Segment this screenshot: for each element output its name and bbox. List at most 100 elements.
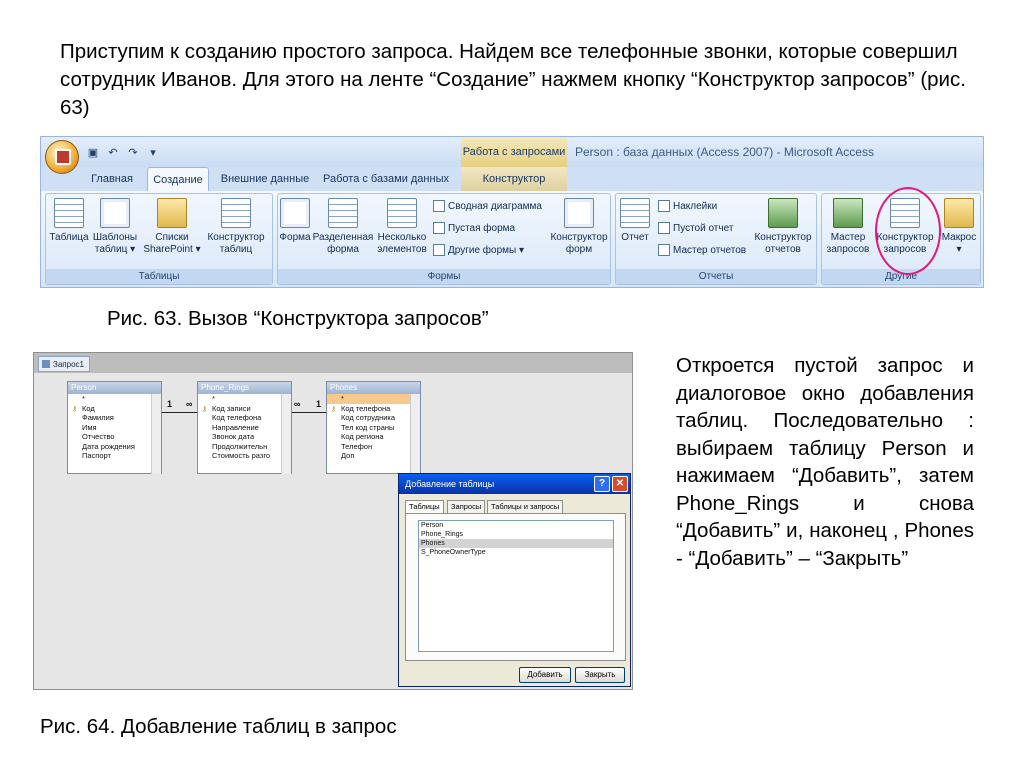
scrollbar[interactable] (151, 394, 161, 474)
tab-database-tools[interactable]: Работа с базами данных (321, 167, 451, 191)
group-label-reports: Отчеты (616, 269, 816, 284)
side-paragraph: Откроется пустой запрос и диалоговое окн… (676, 354, 974, 570)
query-tab[interactable]: Запрос1 (38, 356, 90, 372)
scrollbar[interactable] (281, 394, 291, 474)
table-templates-button[interactable]: Шаблоны таблиц ▾ (90, 198, 140, 256)
tab-tables-and-queries[interactable]: Таблицы и запросы (487, 500, 564, 513)
dialog-titlebar: Добавление таблицы ? ✕ (399, 474, 630, 494)
field-row[interactable]: Телефон (327, 442, 420, 452)
table-person[interactable]: Person * ⚷ Код Фамилия Имя Отчество Дата … (67, 381, 162, 474)
close-button[interactable]: Закрыть (575, 667, 625, 683)
group-reports: Отчет Наклейки Пустой отчет Мастер отчет… (615, 193, 817, 285)
customize-icon[interactable]: ▾ (145, 144, 161, 160)
list-item[interactable]: S_PhoneOwnerType (419, 548, 613, 557)
labels-icon (658, 200, 670, 212)
field-row[interactable]: ⚷ Код записи (198, 404, 291, 414)
multiple-items-button[interactable]: Несколько элементов (374, 198, 430, 256)
table-design-icon (221, 198, 251, 228)
field-row[interactable]: Фамилия (68, 413, 161, 423)
field-row[interactable]: Звонок дата (198, 432, 291, 442)
field-row[interactable]: Продолжительн (198, 442, 291, 452)
key-icon: ⚷ (72, 405, 78, 413)
group-label-tables: Таблицы (46, 269, 272, 284)
field-row[interactable]: * (198, 394, 291, 404)
tab-create[interactable]: Создание (147, 167, 209, 191)
field-row[interactable]: Паспорт (68, 451, 161, 461)
relation-one-label: 1 (167, 399, 173, 409)
field-row[interactable]: Код телефона (198, 413, 291, 423)
list-item[interactable]: Phone_Rings (419, 530, 613, 539)
field-row[interactable]: Код региона (327, 432, 420, 442)
undo-icon[interactable]: ↶ (105, 144, 121, 160)
blank-form-icon (433, 222, 445, 234)
table-designer-button[interactable]: Конструктор таблиц (202, 198, 270, 256)
report-icon (620, 198, 650, 228)
field-row[interactable]: ⚷ Код телефона (327, 404, 420, 414)
tab-queries[interactable]: Запросы (447, 500, 486, 513)
field-row[interactable]: Код сотрудника (327, 413, 420, 423)
ribbon-screenshot: ▣ ↶ ↷ ▾ Работа с запросами Person : база… (40, 136, 984, 288)
relation-many-label: ∞ (186, 399, 193, 409)
office-button[interactable] (45, 140, 79, 174)
pivot-chart-button[interactable]: Сводная диаграмма (433, 200, 542, 212)
redo-icon[interactable]: ↷ (125, 144, 141, 160)
dialog-title: Добавление таблицы (405, 479, 495, 489)
intro-paragraph: Приступим к созданию простого запроса. Н… (60, 40, 966, 119)
field-row[interactable]: Стоимость разго (198, 451, 291, 461)
key-icon: ⚷ (331, 405, 337, 413)
blank-report-icon (658, 222, 670, 234)
query-icon (42, 360, 50, 368)
form-designer-button[interactable]: Конструктор форм (548, 198, 610, 256)
context-header: Работа с запросами (461, 137, 567, 167)
close-icon[interactable]: ✕ (612, 476, 628, 492)
sharepoint-lists-button[interactable]: Списки SharePoint ▾ (142, 198, 202, 256)
field-row[interactable]: Дата рождения (68, 442, 161, 452)
list-item[interactable]: Phones (419, 539, 613, 548)
field-row[interactable]: Имя (68, 423, 161, 433)
field-row[interactable]: Направление (198, 423, 291, 433)
table-phones[interactable]: Phones * ⚷ Код телефона Код сотрудника Те… (326, 381, 421, 474)
field-row[interactable]: Отчество (68, 432, 161, 442)
office-logo-icon (55, 149, 71, 165)
add-button[interactable]: Добавить (519, 667, 571, 683)
form-button[interactable]: Форма (278, 198, 312, 244)
field-row[interactable]: ⚷ Код (68, 404, 161, 414)
field-row[interactable]: * (68, 394, 161, 404)
tab-designer[interactable]: Конструктор (461, 167, 567, 191)
save-icon[interactable]: ▣ (85, 144, 101, 160)
tab-tables[interactable]: Таблицы (405, 500, 444, 513)
query-wizard-icon (833, 198, 863, 228)
template-icon (100, 198, 130, 228)
form-icon (280, 198, 310, 228)
figure-63-caption: Рис. 63. Вызов “Конструктора запросов” (107, 307, 489, 330)
report-designer-button[interactable]: Конструктор отчетов (752, 198, 814, 256)
relation-one-label: 1 (316, 399, 322, 409)
blank-report-button[interactable]: Пустой отчет (658, 222, 733, 234)
labels-button[interactable]: Наклейки (658, 200, 717, 212)
tab-external-data[interactable]: Внешние данные (217, 167, 313, 191)
report-button[interactable]: Отчет (618, 198, 652, 244)
more-forms-button[interactable]: Другие формы ▾ (433, 244, 524, 256)
field-row[interactable]: Тел код страны (327, 423, 420, 433)
table-list[interactable]: Person Phone_Rings Phones S_PhoneOwnerTy… (418, 520, 614, 652)
quick-access-toolbar: ▣ ↶ ↷ ▾ (85, 143, 161, 161)
tab-home[interactable]: Главная (81, 167, 143, 191)
blank-form-button[interactable]: Пустая форма (433, 222, 515, 234)
macro-scroll-icon (944, 198, 974, 228)
report-wizard-button[interactable]: Мастер отчетов (658, 244, 746, 256)
scrollbar[interactable] (410, 394, 420, 474)
macro-button[interactable]: Макрос ▾ (938, 198, 980, 256)
field-row[interactable]: * (327, 394, 420, 404)
group-label-forms: Формы (278, 269, 610, 284)
figure-64-caption: Рис. 64. Добавление таблиц в запрос (40, 715, 397, 738)
query-wizard-button[interactable]: Мастер запросов (824, 198, 872, 256)
multiple-items-icon (387, 198, 417, 228)
table-button[interactable]: Таблица (48, 198, 90, 244)
report-design-icon (768, 198, 798, 228)
list-item[interactable]: Person (419, 521, 613, 530)
split-form-button[interactable]: Разделенная форма (312, 198, 374, 256)
table-phone-rings[interactable]: Phone_Rings * ⚷ Код записи Код телефона Н… (197, 381, 292, 474)
pivot-chart-icon (433, 200, 445, 212)
help-icon[interactable]: ? (594, 476, 610, 492)
field-row[interactable]: Доп (327, 451, 420, 461)
